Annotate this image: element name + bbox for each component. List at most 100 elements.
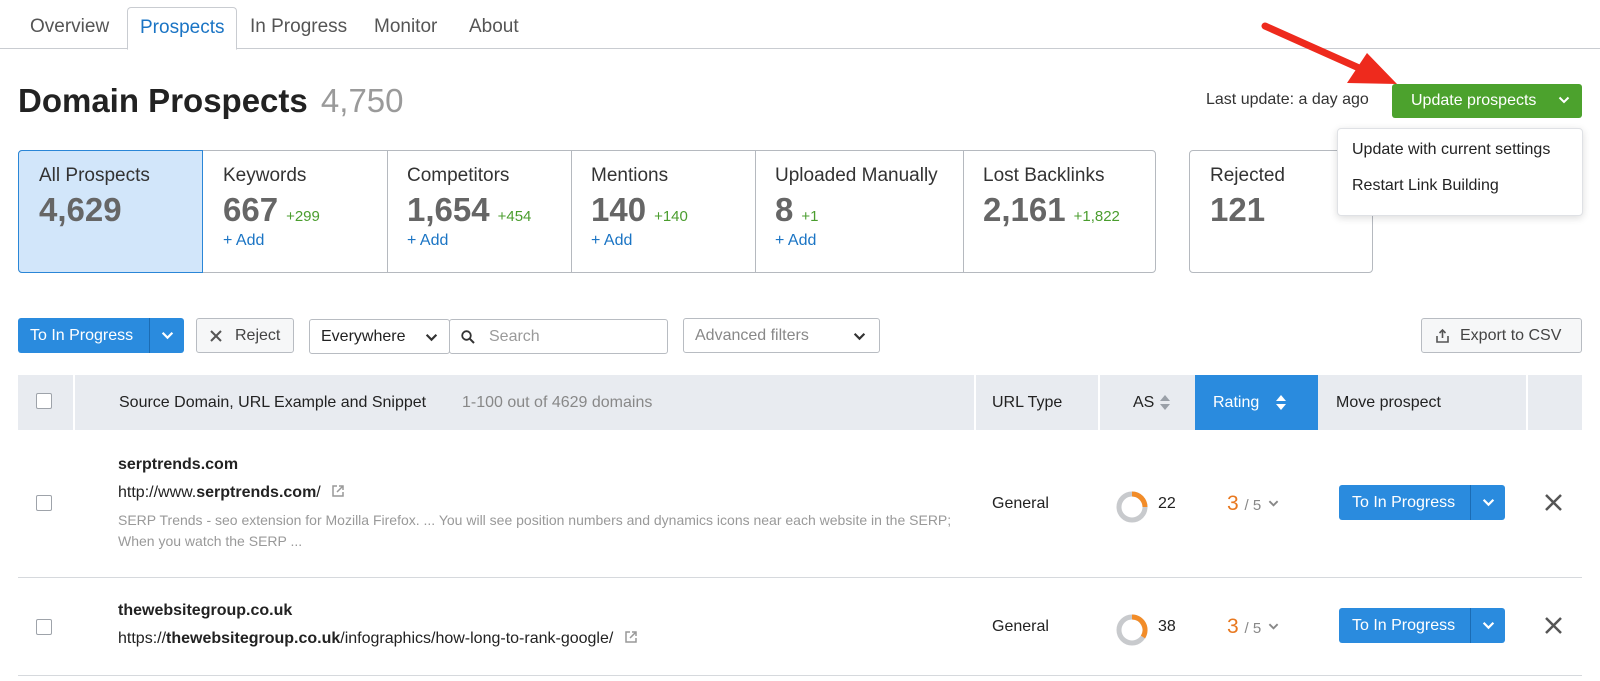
chevron-down-icon[interactable] <box>1482 496 1495 509</box>
authority-score: 38 <box>1158 618 1176 635</box>
chevron-down-icon[interactable] <box>1482 619 1495 632</box>
card-label: Keywords <box>223 165 307 186</box>
scope-select-value: Everywhere <box>321 328 406 345</box>
card-value: 2,161 <box>983 191 1066 228</box>
rating-max: / 5 <box>1244 620 1262 637</box>
search-placeholder: Search <box>489 328 540 345</box>
external-link-icon[interactable] <box>331 484 345 498</box>
external-link-icon[interactable] <box>624 630 638 644</box>
to-in-progress-split-button[interactable]: To In Progress <box>18 318 184 353</box>
row-checkbox[interactable] <box>36 619 52 635</box>
move-to-in-progress-button[interactable]: To In Progress <box>1339 485 1505 520</box>
card-keywords[interactable]: Keywords 667 +299 + Add <box>203 151 388 272</box>
authority-score-donut <box>1116 491 1148 523</box>
card-value: 140 <box>591 191 647 228</box>
card-delta: +299 <box>286 208 320 225</box>
url-domain: serptrends.com <box>196 484 317 501</box>
rating-selector[interactable]: 3 / 5 <box>1227 615 1280 639</box>
card-delta: +1 <box>801 208 819 225</box>
chevron-down-icon <box>1558 96 1570 104</box>
sort-icon <box>1276 395 1286 410</box>
rating-max: / 5 <box>1244 497 1262 514</box>
advanced-filters-select[interactable]: Advanced filters <box>683 318 880 353</box>
search-icon <box>461 330 475 344</box>
move-button-label: To In Progress <box>1352 617 1456 634</box>
card-mentions[interactable]: Mentions 140 +140 + Add <box>571 151 756 272</box>
add-keywords-link[interactable]: + Add <box>223 232 387 250</box>
url-domain: thewebsitegroup.co.uk <box>166 630 341 647</box>
authority-score: 22 <box>1158 495 1176 512</box>
sort-icon <box>1160 395 1170 410</box>
rating-value: 3 <box>1227 492 1239 515</box>
update-prospects-button[interactable]: Update prospects <box>1392 84 1582 118</box>
table-row: thewebsitegroup.co.uk https://thewebsite… <box>18 579 1582 676</box>
table-header: Source Domain, URL Example and Snippet 1… <box>18 375 1582 430</box>
remove-icon[interactable] <box>1544 616 1563 635</box>
advanced-filters-label: Advanced filters <box>695 327 809 344</box>
rating-selector[interactable]: 3 / 5 <box>1227 492 1280 516</box>
column-as[interactable]: AS <box>1133 375 1170 430</box>
search-input[interactable]: Search <box>449 319 668 354</box>
menu-item-update-current-settings[interactable]: Update with current settings <box>1352 141 1550 159</box>
tab-in-progress[interactable]: In Progress <box>238 7 359 50</box>
tab-monitor[interactable]: Monitor <box>362 7 449 50</box>
to-in-progress-label: To In Progress <box>30 327 134 344</box>
card-label: Lost Backlinks <box>983 165 1105 186</box>
add-mentions-link[interactable]: + Add <box>591 232 755 250</box>
column-rating-label: Rating <box>1213 394 1260 411</box>
card-competitors[interactable]: Competitors 1,654 +454 + Add <box>387 151 572 272</box>
card-lost-backlinks[interactable]: Lost Backlinks 2,161 +1,822 <box>963 151 1155 272</box>
example-url[interactable]: http://www.serptrends.com/ <box>118 484 345 502</box>
authority-score-donut <box>1116 614 1148 646</box>
url-type: General <box>992 495 1049 512</box>
snippet-text: SERP Trends - seo extension for Mozilla … <box>118 512 952 549</box>
table-row: serptrends.com http://www.serptrends.com… <box>18 432 1582 578</box>
rating-value: 3 <box>1227 615 1239 638</box>
card-delta: +454 <box>497 208 532 225</box>
export-csv-label: Export to CSV <box>1460 327 1562 344</box>
card-delta: +1,822 <box>1073 208 1120 225</box>
column-move-prospect: Move prospect <box>1336 394 1441 411</box>
card-value: 1,654 <box>407 191 490 228</box>
card-all-prospects[interactable]: All Prospects 4,629 <box>18 150 203 273</box>
update-prospects-label: Update prospects <box>1411 92 1537 109</box>
row-checkbox[interactable] <box>36 495 52 511</box>
card-label: All Prospects <box>39 165 150 186</box>
column-rating[interactable]: Rating <box>1195 375 1318 430</box>
move-button-label: To In Progress <box>1352 494 1456 511</box>
chevron-down-icon[interactable] <box>161 329 174 342</box>
url-type: General <box>992 618 1049 635</box>
chevron-down-icon <box>1268 500 1279 507</box>
source-domain[interactable]: thewebsitegroup.co.uk <box>118 602 292 620</box>
move-to-in-progress-button[interactable]: To In Progress <box>1339 608 1505 643</box>
select-all-checkbox[interactable] <box>36 393 52 409</box>
example-url[interactable]: https://thewebsitegroup.co.uk/infographi… <box>118 630 638 648</box>
column-as-label: AS <box>1133 394 1155 411</box>
column-url-type: URL Type <box>992 394 1063 411</box>
card-label: Competitors <box>407 165 510 186</box>
tab-overview[interactable]: Overview <box>18 7 121 50</box>
card-delta: +140 <box>654 208 688 225</box>
prospect-total-count: 4,750 <box>320 82 404 119</box>
url-suffix: / <box>316 484 321 501</box>
source-domain[interactable]: serptrends.com <box>118 456 238 474</box>
page-title-text: Domain Prospects <box>18 82 308 119</box>
tab-prospects[interactable]: Prospects <box>127 7 238 50</box>
export-csv-button[interactable]: Export to CSV <box>1421 318 1582 353</box>
tab-about[interactable]: About <box>457 7 531 50</box>
url-suffix: /infographics/how-long-to-rank-google/ <box>340 630 614 647</box>
chevron-down-icon <box>853 333 866 341</box>
card-uploaded-manually[interactable]: Uploaded Manually 8 +1 + Add <box>755 151 964 272</box>
remove-icon[interactable] <box>1544 493 1563 512</box>
chevron-down-icon <box>1268 623 1279 630</box>
card-label: Uploaded Manually <box>775 165 938 186</box>
scope-select[interactable]: Everywhere <box>309 319 450 354</box>
url-prefix: http://www. <box>118 484 197 501</box>
add-uploaded-link[interactable]: + Add <box>775 232 963 250</box>
menu-item-restart-link-building[interactable]: Restart Link Building <box>1352 177 1499 195</box>
add-competitors-link[interactable]: + Add <box>407 232 571 250</box>
reject-button[interactable]: Reject <box>196 318 294 353</box>
reject-label: Reject <box>235 327 281 344</box>
chevron-down-icon <box>425 334 438 342</box>
result-range: 1-100 out of 4629 domains <box>462 394 653 411</box>
